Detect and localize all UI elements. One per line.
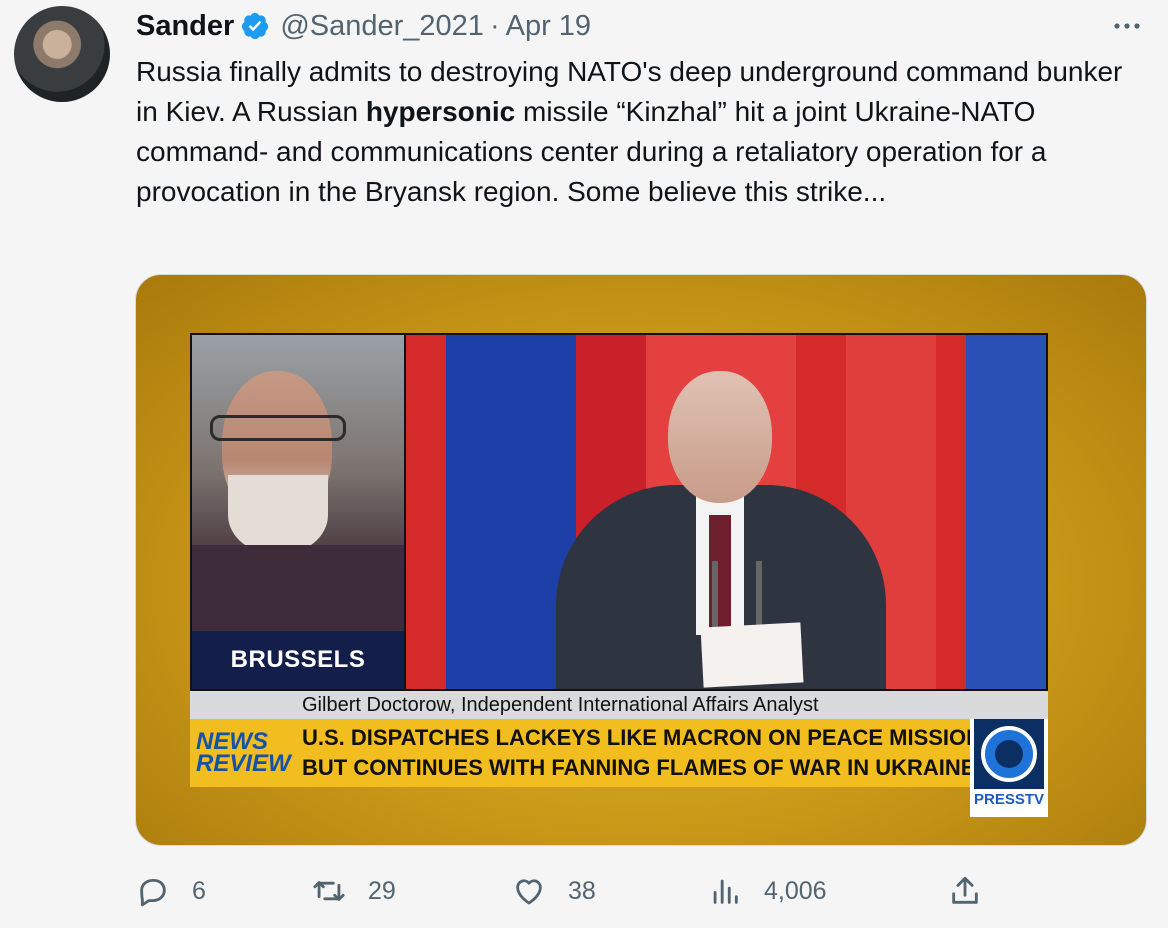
channel-logo-text: PRESSTV <box>973 791 1045 808</box>
retweet-count: 29 <box>368 876 396 905</box>
views-chart-icon <box>713 879 738 904</box>
speaker-video-pane <box>406 335 1046 689</box>
tweet-header: Sander @Sander_2021 · Apr 19 <box>136 8 591 44</box>
show-logo: NEWS REVIEW <box>190 719 291 787</box>
share-icon <box>952 876 978 904</box>
like-button[interactable]: 38 <box>512 866 596 916</box>
headline-text: U.S. DISPATCHES LACKEYS LIKE MACRON ON P… <box>302 723 983 783</box>
heart-icon <box>516 879 542 905</box>
tweet-text: Russia finally admits to destroying NATO… <box>136 52 1146 212</box>
channel-logo: PRESSTV <box>970 719 1048 817</box>
retweet-button[interactable]: 29 <box>312 866 396 916</box>
tweet-actions: 6 29 38 4,006 <box>0 866 1168 916</box>
guest-video-pane <box>192 335 404 631</box>
speaker-head <box>668 371 772 503</box>
more-options-icon[interactable] <box>1112 16 1142 36</box>
tweet-text-bold: hypersonic <box>365 96 516 127</box>
reply-button[interactable]: 6 <box>136 866 206 916</box>
show-logo-line2: REVIEW <box>196 750 291 777</box>
speech-paper <box>700 622 804 688</box>
like-count: 38 <box>568 876 596 905</box>
headline-banner: NEWS REVIEW U.S. DISPATCHES LACKEYS LIKE… <box>190 719 983 787</box>
header-separator: · <box>489 9 500 42</box>
globe-icon <box>974 719 1044 789</box>
guest-shirt <box>192 545 404 631</box>
verified-badge-icon <box>242 12 269 40</box>
author-handle[interactable]: @Sander_2021 <box>280 10 484 43</box>
views-button[interactable]: 4,006 <box>708 866 827 916</box>
share-button[interactable] <box>948 866 1004 916</box>
author-name[interactable]: Sander <box>136 10 234 43</box>
views-count: 4,006 <box>764 876 827 905</box>
tweet-date[interactable]: Apr 19 <box>506 10 591 43</box>
guest-glasses <box>210 415 346 441</box>
location-label: BRUSSELS <box>192 631 404 689</box>
video-thumbnail[interactable]: BRUSSELS Gilbert Doctorow, Independent I… <box>135 274 1147 846</box>
flag-stripe-blue-2 <box>966 335 1046 689</box>
guest-caption: Gilbert Doctorow, Independent Internatio… <box>190 691 1048 719</box>
avatar[interactable] <box>14 6 110 102</box>
headline-line2: BUT CONTINUES WITH FANNING FLAMES OF WAR… <box>302 755 976 780</box>
video-frame: BRUSSELS <box>190 333 1048 691</box>
headline-line1: U.S. DISPATCHES LACKEYS LIKE MACRON ON P… <box>302 725 983 750</box>
retweet-icon <box>313 881 345 901</box>
reply-count: 6 <box>192 876 206 905</box>
guest-beard <box>228 475 328 555</box>
reply-icon <box>140 878 166 907</box>
